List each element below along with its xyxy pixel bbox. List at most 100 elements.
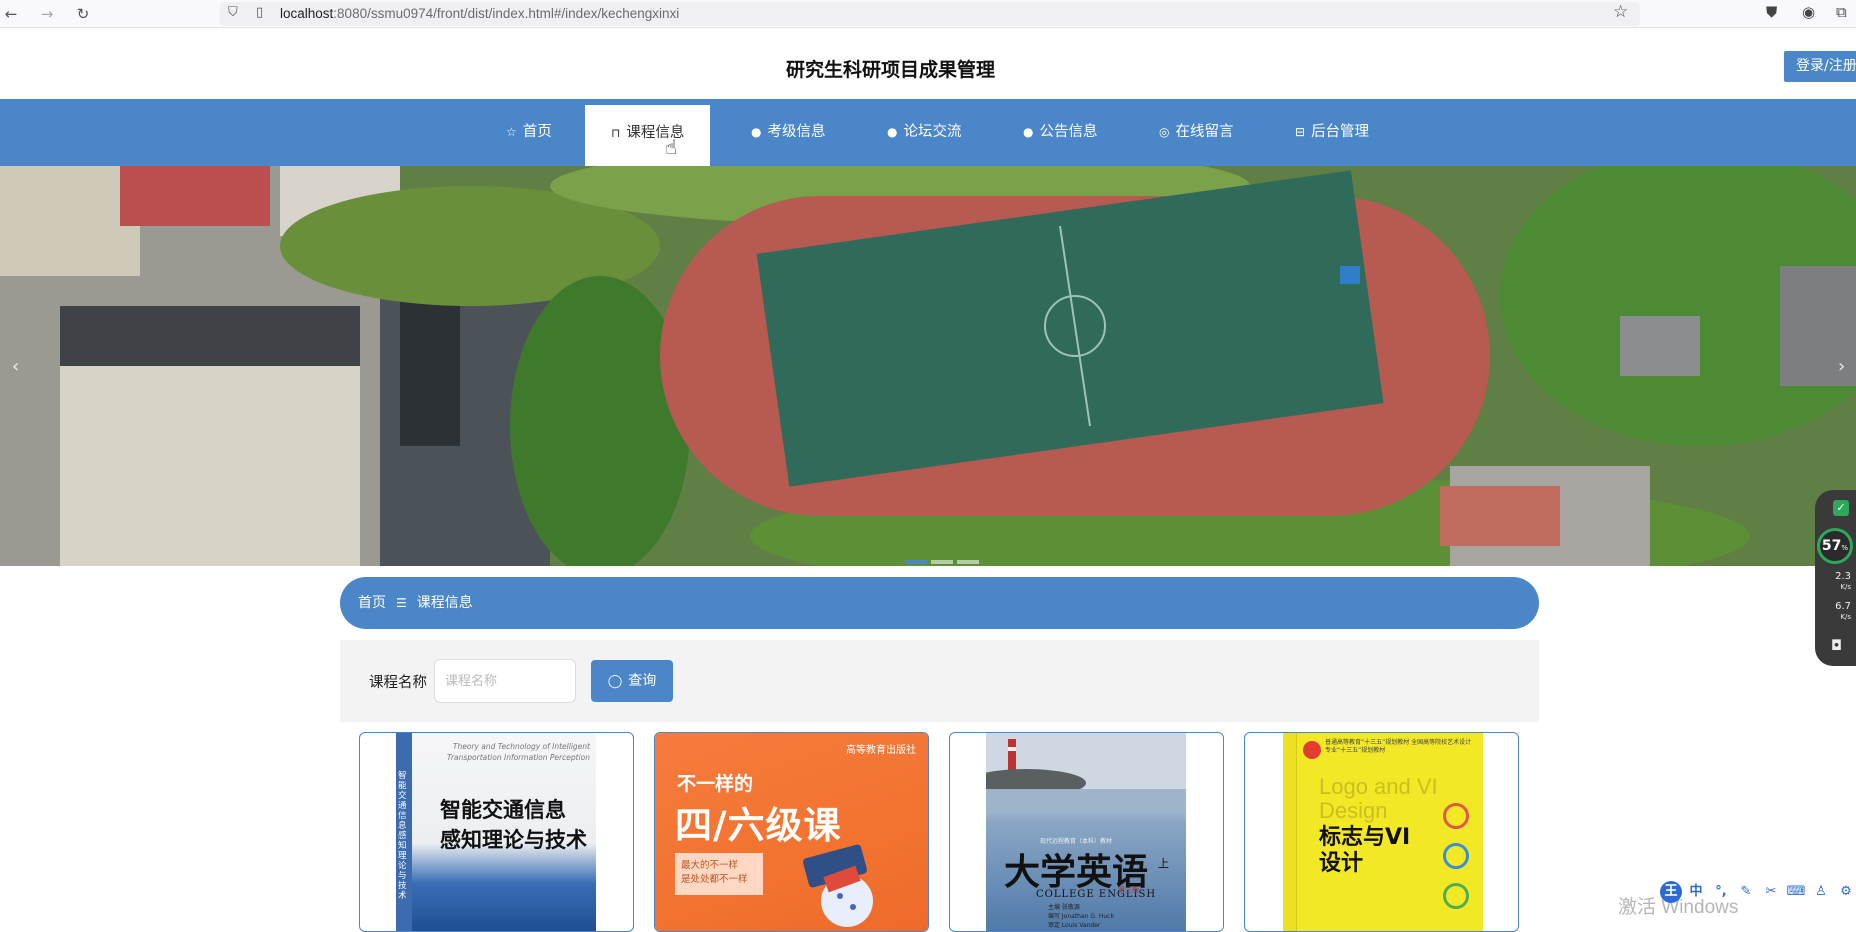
book-title: 标志与VI 设计 bbox=[1319, 825, 1410, 877]
punctuation-icon[interactable]: °, bbox=[1710, 881, 1732, 903]
book-series: 普通高等教育“十三五”规划教材 全国高等院校艺术设计专业“十三五”规划教材 bbox=[1325, 739, 1472, 754]
site-header: 研究生科研项目成果管理 登录/注册 bbox=[0, 29, 1856, 99]
scissors-icon[interactable]: ✂ bbox=[1760, 881, 1782, 903]
url-text[interactable]: localhost:8080/ssmu0974/front/dist/index… bbox=[280, 6, 679, 21]
nav-item-forum[interactable]: ● 论坛交流 bbox=[861, 99, 987, 166]
course-cover-image: 现代远程教育（本科）教材 大学英语 上 COLLEGE ENGLISH 第三版 … bbox=[986, 733, 1186, 931]
book-title: 智能交通信息 感知理论与技术 bbox=[440, 795, 587, 855]
question-icon: ● bbox=[887, 125, 898, 139]
nav-label: 在线留言 bbox=[1175, 124, 1234, 140]
nav-item-exams[interactable]: ● 考级信息 bbox=[725, 99, 851, 166]
url-path: :8080/ssmu0974/front/dist/index.html#/in… bbox=[333, 6, 680, 21]
search-button-label: 查询 bbox=[628, 673, 657, 689]
banner-carousel[interactable]: ‹ › bbox=[0, 166, 1856, 566]
book-spine-text: 智能交通信息感知理论与技术 bbox=[398, 771, 407, 901]
book-tagline: 最大的不一样 是处处都不一样 bbox=[675, 853, 763, 895]
gift-icon: ⊟ bbox=[1295, 125, 1306, 139]
course-card[interactable]: 智能交通信息感知理论与技术 Theory and Technology of I… bbox=[359, 732, 634, 932]
search-button[interactable]: ◯ 查询 bbox=[591, 660, 673, 702]
nav-item-courses[interactable]: ⊓ 课程信息 bbox=[585, 105, 711, 166]
book-english-title: Theory and Technology of Intelligent Tra… bbox=[446, 742, 590, 762]
book-english-title: Logo and VI Design bbox=[1319, 775, 1438, 823]
download-speed: 6.7 K/s bbox=[1831, 602, 1851, 622]
nav-label: 公告信息 bbox=[1039, 124, 1098, 140]
decorative-circle-icon bbox=[1443, 883, 1469, 909]
settings-icon[interactable]: ⚙ bbox=[1835, 881, 1856, 903]
info-icon: ● bbox=[751, 125, 762, 139]
nav-label: 后台管理 bbox=[1311, 124, 1370, 140]
mouse-cursor-icon: ☝ bbox=[665, 135, 678, 159]
site-title: 研究生科研项目成果管理 bbox=[785, 59, 995, 81]
breadcrumb: 首页 ☰ 课程信息 bbox=[340, 577, 1539, 629]
carousel-dot[interactable] bbox=[931, 560, 953, 564]
ime-toolbar: 王中 °, ✎ ✂ ⌨ ♙ ⚙ bbox=[1660, 880, 1856, 906]
shirt-icon[interactable]: ♙ bbox=[1810, 881, 1832, 903]
lighthouse-photo bbox=[986, 733, 1186, 813]
carousel-indicators bbox=[905, 549, 983, 566]
book-volume: 上 bbox=[1158, 857, 1169, 870]
pen-icon[interactable]: ✎ bbox=[1735, 881, 1757, 903]
nav-item-admin[interactable]: ⊟ 后台管理 bbox=[1269, 99, 1395, 166]
carousel-dot[interactable] bbox=[905, 560, 927, 564]
banner-prev-arrow[interactable]: ‹ bbox=[12, 356, 19, 377]
course-card[interactable]: 高等教育出版社 不一样的 四/六级课 最大的不一样 是处处都不一样 bbox=[654, 732, 929, 932]
reload-icon[interactable]: ↻ bbox=[72, 3, 94, 25]
gauge-unit: % bbox=[1841, 544, 1849, 552]
pocket-icon[interactable]: ⛊ bbox=[1766, 3, 1777, 21]
nav-label: 考级信息 bbox=[767, 124, 826, 140]
nav-item-messages[interactable]: ◎ 在线留言 bbox=[1133, 99, 1259, 166]
info-icon: ● bbox=[1023, 125, 1034, 139]
course-cover-image: 高等教育出版社 不一样的 四/六级课 最大的不一样 是处处都不一样 bbox=[655, 733, 928, 931]
course-name-input[interactable] bbox=[434, 659, 576, 703]
book-title-line: 标志与VI bbox=[1319, 825, 1411, 850]
address-bar[interactable]: ⛉ ▯ localhost:8080/ssmu0974/front/dist/i… bbox=[220, 2, 1640, 26]
download-unit: K/s bbox=[1840, 613, 1851, 621]
decorative-circle-icon bbox=[1443, 803, 1469, 829]
ime-logo-icon[interactable]: 王 bbox=[1660, 881, 1682, 903]
chat-icon: ◎ bbox=[1159, 125, 1170, 139]
english-title-line: Design bbox=[1319, 798, 1388, 823]
course-cover-image: 智能交通信息感知理论与技术 Theory and Technology of I… bbox=[396, 733, 596, 931]
publisher-logo-icon bbox=[1303, 741, 1321, 759]
bookmark-star-icon[interactable]: ☆ bbox=[1613, 2, 1628, 22]
search-panel: 课程名称 ◯ 查询 bbox=[340, 640, 1539, 722]
english-title-line: Logo and VI bbox=[1319, 774, 1438, 799]
keyboard-icon[interactable]: ⌨ bbox=[1785, 881, 1807, 903]
book-spine bbox=[1283, 733, 1297, 931]
shield-check-icon: ✓ bbox=[1833, 500, 1849, 516]
back-icon[interactable]: ← bbox=[0, 3, 22, 25]
carousel-dot[interactable] bbox=[957, 560, 979, 564]
network-speed-widget[interactable]: ✓ 57% 2.3 K/s 6.7 K/s ◘ bbox=[1815, 490, 1856, 666]
banner-next-arrow[interactable]: › bbox=[1838, 356, 1845, 377]
star-icon: ☆ bbox=[506, 125, 517, 139]
camera-icon[interactable]: ◘ bbox=[1831, 638, 1842, 654]
book-edition: 第三版 bbox=[1118, 886, 1139, 894]
author-line: 审定 Louis Vander bbox=[1048, 922, 1101, 929]
forward-icon[interactable]: → bbox=[36, 3, 58, 25]
course-card[interactable]: 现代远程教育（本科）教材 大学英语 上 COLLEGE ENGLISH 第三版 … bbox=[949, 732, 1224, 932]
nav-item-home[interactable]: ☆ 首页 bbox=[480, 99, 578, 166]
ime-language-toggle[interactable]: 中 bbox=[1685, 881, 1707, 903]
browser-toolbar: ← → ↻ ⛉ ▯ localhost:8080/ssmu0974/front/… bbox=[0, 0, 1856, 28]
course-card[interactable]: 普通高等教育“十三五”规划教材 全国高等院校艺术设计专业“十三五”规划教材 Lo… bbox=[1244, 732, 1519, 932]
extensions-icon[interactable]: ⧉ bbox=[1836, 3, 1847, 21]
author-line: 主编 张敬源 bbox=[1048, 904, 1080, 911]
login-register-button[interactable]: 登录/注册 bbox=[1784, 51, 1856, 82]
account-icon[interactable]: ◉ bbox=[1802, 3, 1815, 21]
tagline-line: 是处处都不一样 bbox=[681, 874, 748, 885]
memory-gauge: 57% bbox=[1817, 528, 1853, 564]
bag-icon: ⊓ bbox=[611, 126, 621, 140]
breadcrumb-home[interactable]: 首页 bbox=[358, 595, 386, 611]
upload-speed: 2.3 K/s bbox=[1831, 572, 1851, 592]
book-authors: 主编 张敬源 编写 Jonathan G. Huck 审定 Louis Vander bbox=[1048, 903, 1114, 930]
shield-icon[interactable]: ⛉ bbox=[228, 5, 238, 20]
course-cover-image: 普通高等教育“十三五”规划教材 全国高等院校艺术设计专业“十三五”规划教材 Lo… bbox=[1283, 733, 1483, 931]
download-value: 6.7 bbox=[1835, 601, 1851, 612]
book-title-line: 不一样的 bbox=[677, 773, 754, 795]
url-host: localhost bbox=[280, 6, 334, 21]
campus-aerial-image bbox=[0, 166, 1856, 566]
tagline-line: 最大的不一样 bbox=[681, 860, 739, 871]
nav-item-notices[interactable]: ● 公告信息 bbox=[997, 99, 1123, 166]
book-title-line: 感知理论与技术 bbox=[440, 827, 587, 852]
cartoon-reader-illustration bbox=[803, 844, 873, 927]
